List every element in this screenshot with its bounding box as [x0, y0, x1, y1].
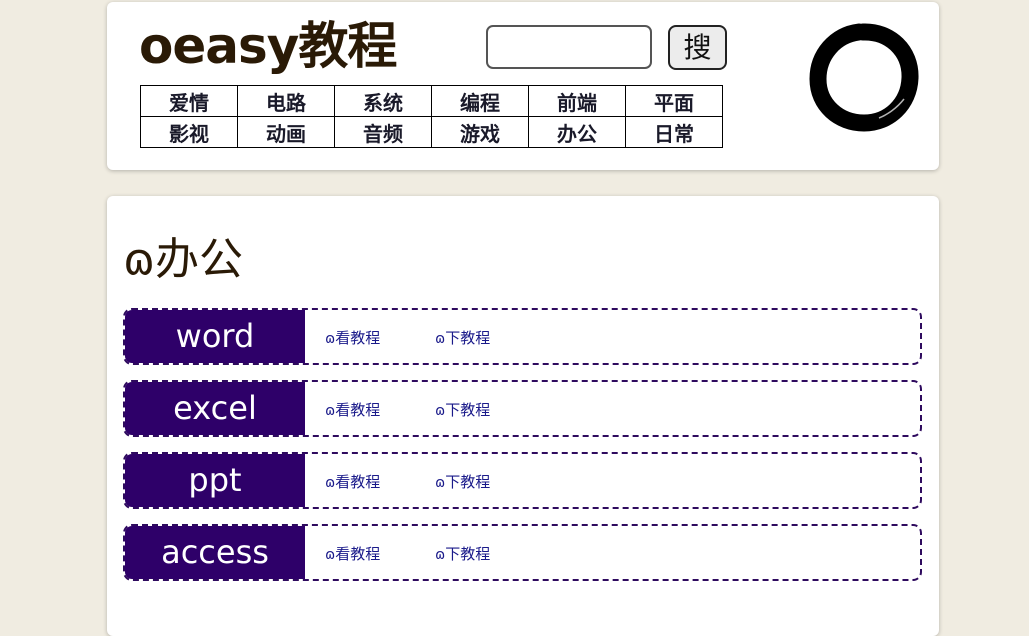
section-heading: ɷ办公: [123, 230, 243, 290]
search-button[interactable]: 搜: [668, 25, 727, 70]
download-tutorial-link[interactable]: ɷ下教程: [435, 526, 490, 579]
download-tutorial-link[interactable]: ɷ下教程: [435, 310, 490, 363]
nav-item-systems[interactable]: 系统: [334, 85, 432, 117]
nav-row: 爱情 电路 系统 编程 前端 平面: [140, 85, 723, 117]
nav-item-animation[interactable]: 动画: [237, 116, 335, 148]
nav-item-love[interactable]: 爱情: [140, 85, 238, 117]
course-row-word: word ɷ看教程 ɷ下教程: [123, 308, 922, 365]
enso-glyph-icon: ɷ: [435, 475, 446, 491]
enso-circle-icon[interactable]: [807, 22, 919, 138]
nav-item-office[interactable]: 办公: [528, 116, 626, 148]
enso-glyph-icon: ɷ: [435, 547, 446, 563]
nav-item-graphic[interactable]: 平面: [625, 85, 723, 117]
enso-glyph-icon: ɷ: [435, 331, 446, 347]
site-title[interactable]: oeasy教程: [139, 14, 397, 78]
watch-tutorial-link[interactable]: ɷ看教程: [325, 526, 380, 579]
nav-item-daily[interactable]: 日常: [625, 116, 723, 148]
course-row-ppt: ppt ɷ看教程 ɷ下教程: [123, 452, 922, 509]
watch-tutorial-link[interactable]: ɷ看教程: [325, 454, 380, 507]
watch-tutorial-link[interactable]: ɷ看教程: [325, 310, 380, 363]
enso-glyph-icon: ɷ: [435, 403, 446, 419]
nav-row: 影视 动画 音频 游戏 办公 日常: [140, 116, 723, 148]
watch-tutorial-link[interactable]: ɷ看教程: [325, 382, 380, 435]
nav-item-frontend[interactable]: 前端: [528, 85, 626, 117]
nav-item-circuits[interactable]: 电路: [237, 85, 335, 117]
category-nav: 爱情 电路 系统 编程 前端 平面 影视 动画 音频 游戏 办公 日常: [140, 85, 723, 148]
course-name[interactable]: access: [125, 526, 305, 579]
download-tutorial-link[interactable]: ɷ下教程: [435, 454, 490, 507]
course-name[interactable]: word: [125, 310, 305, 363]
course-name[interactable]: excel: [125, 382, 305, 435]
enso-glyph-icon: ɷ: [325, 547, 336, 563]
nav-item-audio[interactable]: 音频: [334, 116, 432, 148]
search-input[interactable]: [486, 25, 652, 69]
course-row-excel: excel ɷ看教程 ɷ下教程: [123, 380, 922, 437]
section-title: 办公: [155, 234, 244, 285]
nav-item-games[interactable]: 游戏: [431, 116, 529, 148]
enso-glyph-icon: ɷ: [325, 475, 336, 491]
nav-item-programming[interactable]: 编程: [431, 85, 529, 117]
header-card: oeasy教程 搜 爱情 电路 系统 编程 前端 平面 影视 动画 音频 游戏 …: [107, 2, 939, 170]
enso-glyph-icon: ɷ: [123, 234, 156, 285]
enso-glyph-icon: ɷ: [325, 403, 336, 419]
course-name[interactable]: ppt: [125, 454, 305, 507]
nav-item-film[interactable]: 影视: [140, 116, 238, 148]
download-tutorial-link[interactable]: ɷ下教程: [435, 382, 490, 435]
content-card: ɷ办公 word ɷ看教程 ɷ下教程 excel ɷ看教程 ɷ下教程 ppt ɷ…: [107, 196, 939, 636]
course-row-access: access ɷ看教程 ɷ下教程: [123, 524, 922, 581]
enso-glyph-icon: ɷ: [325, 331, 336, 347]
